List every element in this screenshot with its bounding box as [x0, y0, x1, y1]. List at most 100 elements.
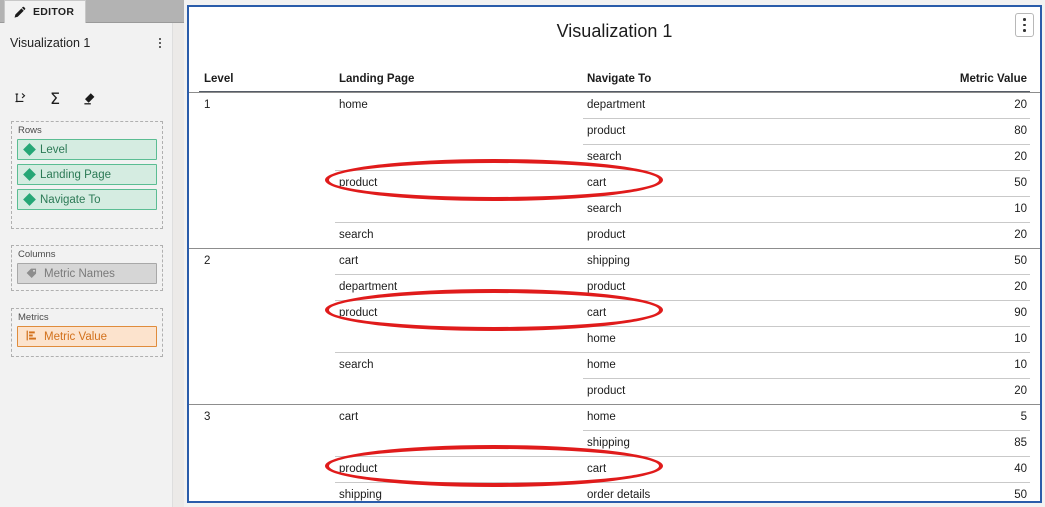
cell-metric-value: 20 [1014, 151, 1027, 163]
cell-metric-value: 20 [1014, 281, 1027, 293]
table-row[interactable]: 1 home department 20 [189, 92, 1040, 118]
cell-metric-value: 20 [1014, 385, 1027, 397]
editor-body: Visualization 1 Σ Rows Level Landing Pag… [0, 23, 172, 507]
cell-metric-value: 50 [1014, 489, 1027, 501]
table-row[interactable]: search home 10 [199, 352, 1030, 378]
cell-metric-value: 10 [1014, 203, 1027, 215]
cell-metric-value: 5 [1020, 411, 1027, 423]
table-row[interactable]: product 20 [199, 378, 1030, 404]
cell-navigate-to: cart [587, 463, 607, 475]
attribute-diamond-icon [23, 143, 36, 156]
bar-chart-icon [25, 329, 38, 345]
cell-navigate-to: cart [587, 177, 607, 189]
cell-metric-value: 40 [1014, 463, 1027, 475]
chip-landing-page-label: Landing Page [40, 168, 111, 181]
table-row[interactable]: product cart 40 [199, 456, 1030, 482]
cell-landing-page: department [339, 281, 398, 293]
cell-landing-page: product [339, 177, 378, 189]
table-row[interactable]: shipping order details 50 [199, 482, 1030, 501]
chip-metric-value[interactable]: Metric Value [17, 326, 157, 347]
grid-body: 1 home department 20 product 80 search 20 produc… [189, 92, 1040, 501]
shelf-columns[interactable]: Columns Metric Names [11, 245, 163, 291]
shelf-columns-label: Columns [18, 249, 56, 260]
visualization-panel[interactable]: Visualization 1 Level Landing Page Navig… [187, 5, 1042, 503]
chip-metric-names-label: Metric Names [44, 267, 115, 280]
drill-icon[interactable] [11, 89, 31, 109]
cell-level: 3 [204, 411, 211, 423]
cell-metric-value: 10 [1014, 359, 1027, 371]
cell-navigate-to: product [587, 125, 626, 137]
cell-navigate-to: department [587, 99, 646, 111]
chip-level-label: Level [40, 143, 68, 156]
shelf-rows-label: Rows [18, 125, 42, 136]
shelf-metrics-label: Metrics [18, 312, 49, 323]
chip-navigate-to-label: Navigate To [40, 193, 101, 206]
chip-level[interactable]: Level [17, 139, 157, 160]
table-row[interactable]: product cart 90 [199, 300, 1030, 326]
eraser-icon[interactable] [79, 89, 99, 109]
column-header-level[interactable]: Level [199, 73, 335, 85]
page-title: Visualization 1 [556, 21, 673, 41]
cell-landing-page: product [339, 463, 378, 475]
cell-level: 2 [204, 255, 211, 267]
kebab-menu-icon[interactable] [156, 36, 164, 50]
table-row[interactable]: search 20 [199, 144, 1030, 170]
cell-navigate-to: home [587, 411, 616, 423]
cell-navigate-to: home [587, 333, 616, 345]
cell-navigate-to: shipping [587, 255, 630, 267]
column-header-navigate-to[interactable]: Navigate To [583, 73, 933, 85]
chip-metric-value-label: Metric Value [44, 330, 108, 343]
cell-metric-value: 10 [1014, 333, 1027, 345]
cell-navigate-to: search [587, 203, 622, 215]
table-row[interactable]: 2 cart shipping 50 [189, 248, 1040, 274]
cell-metric-value: 20 [1014, 99, 1027, 111]
column-header-metric-value[interactable]: Metric Value [933, 73, 1030, 85]
cell-navigate-to: shipping [587, 437, 630, 449]
cell-navigate-to: product [587, 281, 626, 293]
editor-tab-bar: EDITOR [0, 0, 184, 23]
editor-panel-scrollbar[interactable] [172, 23, 184, 507]
editor-panel: EDITOR Visualization 1 Σ Rows Level Land… [0, 0, 184, 507]
data-grid: Level Landing Page Navigate To Metric Va… [189, 57, 1040, 501]
grid-header-row: Level Landing Page Navigate To Metric Va… [199, 57, 1030, 92]
editor-visualization-header: Visualization 1 [0, 32, 172, 54]
cell-metric-value: 90 [1014, 307, 1027, 319]
chip-landing-page[interactable]: Landing Page [17, 164, 157, 185]
table-row[interactable]: home 10 [199, 326, 1030, 352]
cell-metric-value: 50 [1014, 255, 1027, 267]
cell-level: 1 [204, 99, 211, 111]
cell-navigate-to: cart [587, 307, 607, 319]
table-row[interactable]: 3 cart home 5 [189, 404, 1040, 430]
cell-metric-value: 85 [1014, 437, 1027, 449]
cell-navigate-to: product [587, 229, 626, 241]
cell-navigate-to: product [587, 385, 626, 397]
table-row[interactable]: shipping 85 [199, 430, 1030, 456]
editor-visualization-name: Visualization 1 [10, 36, 91, 50]
chip-metric-names[interactable]: Metric Names [17, 263, 157, 284]
cell-navigate-to: search [587, 151, 622, 163]
cell-landing-page: home [339, 99, 368, 111]
pencil-icon [14, 6, 27, 19]
sigma-icon[interactable]: Σ [45, 89, 65, 109]
chip-navigate-to[interactable]: Navigate To [17, 189, 157, 210]
column-header-landing-page[interactable]: Landing Page [335, 73, 583, 85]
cell-navigate-to: home [587, 359, 616, 371]
shelf-rows[interactable]: Rows Level Landing Page Navigate To [11, 121, 163, 229]
cell-landing-page: search [339, 359, 374, 371]
cell-landing-page: cart [339, 411, 359, 423]
table-row[interactable]: product 80 [199, 118, 1030, 144]
cell-landing-page: cart [339, 255, 359, 267]
cell-metric-value: 50 [1014, 177, 1027, 189]
cell-metric-value: 80 [1014, 125, 1027, 137]
cell-landing-page: product [339, 307, 378, 319]
table-row[interactable]: department product 20 [199, 274, 1030, 300]
visualization-area: Visualization 1 Level Landing Page Navig… [184, 0, 1045, 507]
table-row[interactable]: product cart 50 [199, 170, 1030, 196]
shelf-metrics[interactable]: Metrics Metric Value [11, 308, 163, 357]
table-row[interactable]: search 10 [199, 196, 1030, 222]
tab-editor[interactable]: EDITOR [4, 0, 87, 23]
table-row[interactable]: search product 20 [199, 222, 1030, 248]
tag-icon [25, 266, 38, 282]
cell-navigate-to: order details [587, 489, 651, 501]
attribute-diamond-icon [23, 193, 36, 206]
